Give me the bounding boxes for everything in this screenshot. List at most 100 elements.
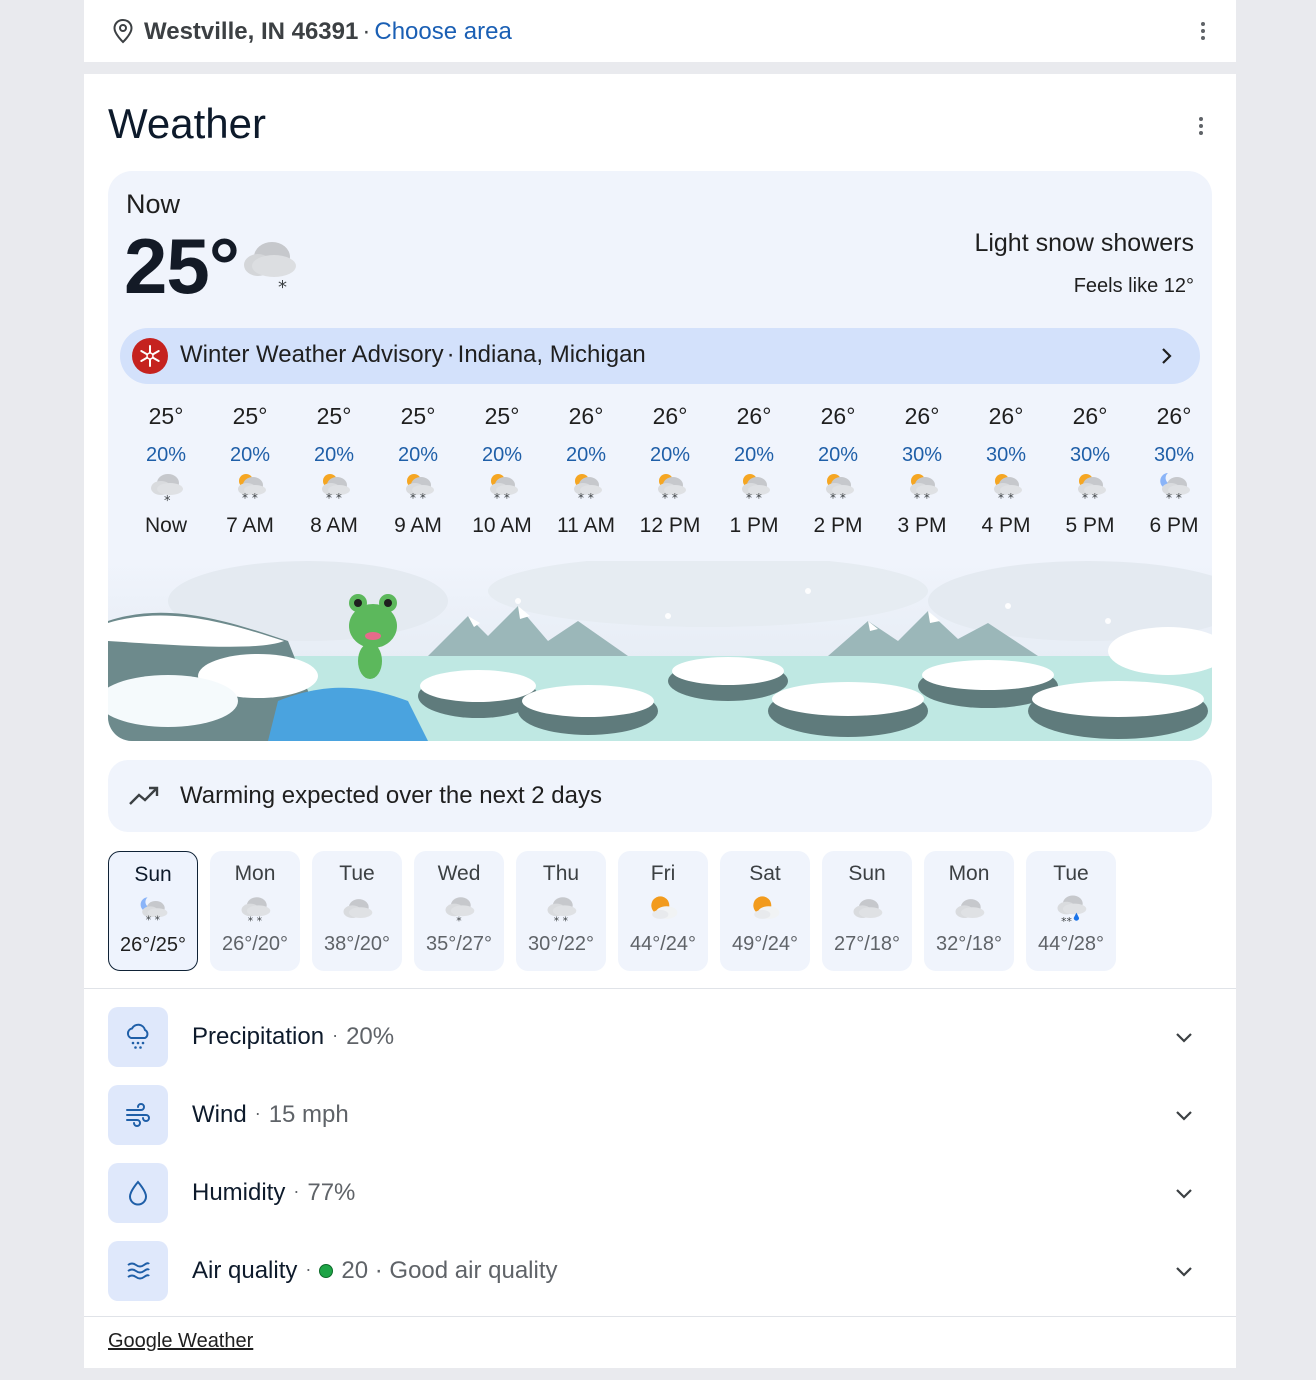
svg-text:* *: * * [1166, 491, 1182, 505]
hourly-precip: 20% [565, 444, 607, 466]
air-quality-icon [108, 1241, 168, 1301]
cloud-snow-icon: * * [547, 897, 577, 927]
svg-text:* *: * * [746, 491, 762, 505]
sun-cloud-snow-icon: * * [322, 474, 350, 505]
sun-cloud-icon [651, 896, 678, 919]
chevron-down-icon [1176, 1111, 1192, 1121]
svg-text:*: * [164, 494, 171, 507]
metric-name: Wind [192, 1101, 247, 1128]
day-card[interactable]: Thu * * 30°/22° [516, 851, 606, 971]
location-separator: · [362, 18, 371, 45]
day-name: Sun [134, 863, 172, 886]
hourly-item[interactable]: 25° 20% * * 10 AM [460, 401, 544, 539]
hourly-temp: 26° [1072, 403, 1108, 429]
hourly-item[interactable]: 26° 20% * * 11 AM [544, 401, 628, 539]
hourly-item[interactable]: 26° 30% * * 3 PM [880, 401, 964, 539]
day-name: Wed [437, 862, 481, 885]
hourly-item[interactable]: 26° 30% * * 6 PM [1132, 401, 1212, 539]
day-card-selected[interactable]: Sun * * 26°/25° [108, 851, 198, 971]
hourly-item[interactable]: 26° 30% * * 4 PM [964, 401, 1048, 539]
hourly-item[interactable]: 26° 20% * * 2 PM [796, 401, 880, 539]
day-name: Fri [650, 862, 676, 885]
cloud-icon [955, 899, 985, 918]
winter-advisory-banner[interactable]: Winter Weather Advisory · Indiana, Michiga… [120, 328, 1200, 384]
hourly-temp: 26° [652, 403, 688, 429]
air-quality-label: Air quality · 20 · Good air quality [192, 1257, 558, 1285]
wind-row[interactable]: Wind · 15 mph [108, 1085, 1212, 1145]
hourly-time: 3 PM [897, 514, 947, 537]
metric-separator: · [254, 1103, 261, 1123]
chevron-right-icon [1162, 348, 1172, 364]
hourly-item[interactable]: 25° 20% * * 7 AM [208, 401, 292, 539]
precipitation-row[interactable]: Precipitation · 20% [108, 1007, 1212, 1067]
sun-cloud-snow-icon: * * [406, 474, 434, 505]
sun-cloud-snow-icon: * * [826, 474, 854, 505]
day-hilo: 32°/18° [935, 933, 1003, 955]
svg-text:* *: * * [146, 914, 161, 927]
day-hilo: 27°/18° [833, 933, 901, 955]
hourly-time: 7 AM [226, 514, 274, 537]
trend-banner: Warming expected over the next 2 days [108, 760, 1212, 832]
day-card[interactable]: Wed * 35°/27° [414, 851, 504, 971]
day-card[interactable]: Fri 44°/24° [618, 851, 708, 971]
hourly-item[interactable]: 25° 20% * Now [124, 401, 208, 539]
hourly-temp: 25° [316, 403, 352, 429]
hourly-temp: 26° [820, 403, 856, 429]
current-conditions-panel: Now 25° * Light snow showers Feels like … [108, 171, 1212, 741]
location-more-icon[interactable] [1191, 19, 1215, 43]
day-card[interactable]: Mon 32°/18° [924, 851, 1014, 971]
svg-text:* *: * * [410, 491, 426, 505]
cloud-snow-icon: * [151, 474, 183, 507]
google-weather-link[interactable]: Google Weather [108, 1330, 253, 1353]
divider [84, 1316, 1236, 1317]
metric-value: 77% [307, 1179, 356, 1206]
day-hilo: 26°/20° [221, 933, 289, 955]
now-label: Now [126, 189, 181, 219]
weather-more-icon[interactable] [1189, 114, 1213, 138]
daily-forecast: Sun * * 26°/25° Mon * * 26°/20° Tue 38°/… [108, 851, 1212, 971]
location-text: Westville, IN 46391 · Choose area [144, 15, 512, 49]
sun-cloud-snow-icon: * * [574, 474, 602, 505]
winter-scene-illustration [108, 561, 1212, 741]
hourly-temp: 26° [904, 403, 940, 429]
svg-text:* *: * * [998, 491, 1014, 505]
snowflake-icon [132, 338, 168, 374]
svg-text:**: ** [1061, 915, 1072, 927]
snow-cloud-icon: * [244, 242, 296, 295]
hourly-item[interactable]: 25° 20% * * 9 AM [376, 401, 460, 539]
humidity-label: Humidity · 77% [192, 1179, 355, 1207]
svg-text:* *: * * [914, 491, 930, 505]
hourly-time: 11 AM [557, 514, 615, 537]
day-card[interactable]: Tue ** 44°/28° [1026, 851, 1116, 971]
hourly-item[interactable]: 25° 20% * * 8 AM [292, 401, 376, 539]
hourly-temp: 25° [148, 403, 184, 429]
hourly-time: 9 AM [394, 514, 442, 537]
choose-area-link[interactable]: Choose area [374, 18, 511, 45]
day-card[interactable]: Tue 38°/20° [312, 851, 402, 971]
day-card[interactable]: Sun 27°/18° [822, 851, 912, 971]
metric-name: Precipitation [192, 1023, 325, 1050]
humidity-icon [108, 1163, 168, 1223]
hourly-item[interactable]: 26° 20% * * 1 PM [712, 401, 796, 539]
svg-text:* *: * * [554, 914, 569, 927]
condition-text: Light snow showers [974, 229, 1194, 257]
metric-name: Air quality [192, 1257, 298, 1284]
air-quality-row[interactable]: Air quality · 20 · Good air quality [108, 1241, 1212, 1301]
air-quality-status-dot [319, 1264, 334, 1278]
moon-cloud-snow-icon: * * [140, 897, 168, 927]
precipitation-icon [108, 1007, 168, 1067]
day-name: Thu [542, 862, 580, 885]
day-card[interactable]: Mon * * 26°/20° [210, 851, 300, 971]
svg-text:* *: * * [248, 914, 263, 927]
wind-label: Wind · 15 mph [192, 1101, 349, 1129]
hourly-precip: 20% [229, 444, 271, 466]
cloud-icon [343, 899, 373, 918]
divider [84, 988, 1236, 989]
hourly-item[interactable]: 26° 30% * * 5 PM [1048, 401, 1132, 539]
metric-value: 20% [346, 1023, 395, 1050]
day-name: Sat [749, 862, 781, 885]
day-card[interactable]: Sat 49°/24° [720, 851, 810, 971]
hourly-item[interactable]: 26° 20% * * 12 PM [628, 401, 712, 539]
humidity-row[interactable]: Humidity · 77% [108, 1163, 1212, 1223]
day-hilo: 35°/27° [425, 933, 493, 955]
